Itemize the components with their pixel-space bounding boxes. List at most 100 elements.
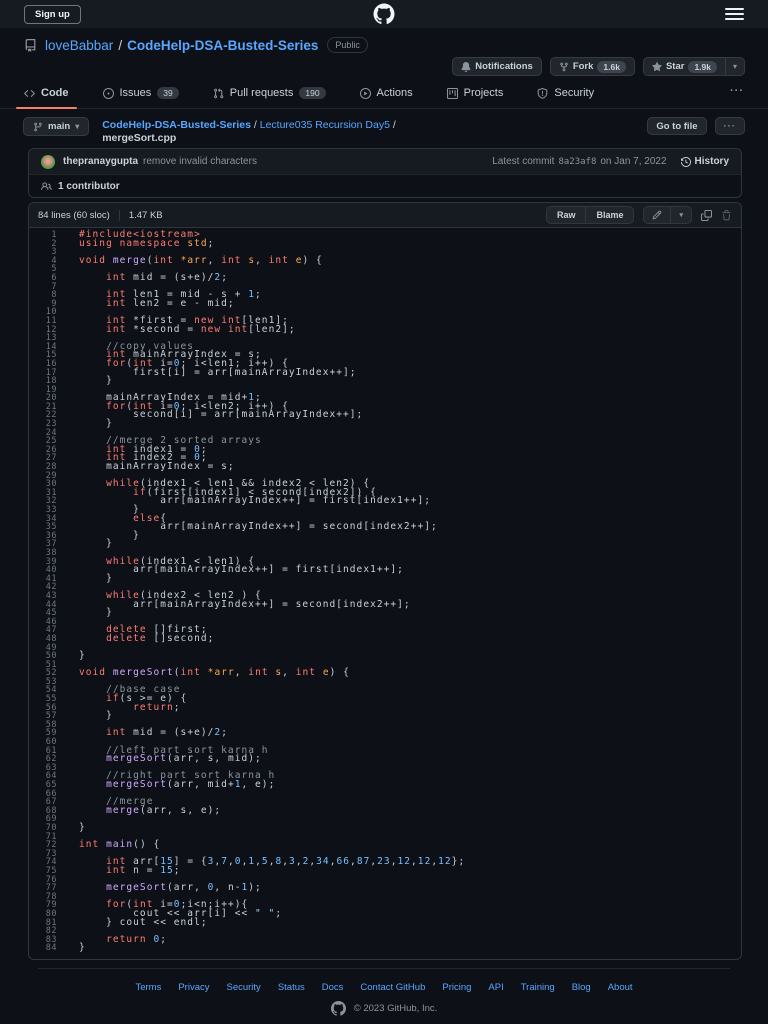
code-line: 12 int *second = new int[len2]; xyxy=(29,324,741,335)
breadcrumb-dir-link[interactable]: Lecture035 Recursion Day5 xyxy=(260,119,390,131)
meta-divider xyxy=(118,209,120,221)
blame-button[interactable]: Blame xyxy=(585,207,633,223)
tab-pull-requests[interactable]: Pull requests 190 xyxy=(205,81,334,108)
edit-pencil-button[interactable] xyxy=(644,207,670,223)
raw-button[interactable]: Raw xyxy=(547,207,586,223)
commit-sha-link[interactable]: 8a23af8 xyxy=(558,157,596,167)
code-line: 62 mergeSort(arr, s, mid); xyxy=(29,754,741,764)
raw-blame-group: Raw Blame xyxy=(545,206,635,224)
code-text: void merge(int *arr, int s, int e) { xyxy=(79,254,323,266)
code-text: first[i] = arr[mainArrayIndex++]; xyxy=(79,366,357,378)
github-footer-logo-icon xyxy=(330,1000,346,1016)
footer-link-status[interactable]: Status xyxy=(278,982,305,993)
tab-label: Actions xyxy=(376,87,413,99)
code-line: 52 void mergeSort(int *arr, int s, int e)… xyxy=(29,667,741,679)
footer-link-about[interactable]: About xyxy=(608,982,633,993)
breadcrumb-separator: / xyxy=(389,119,396,131)
delete-file-button[interactable] xyxy=(721,209,732,221)
repo-title: loveBabbar / CodeHelp-DSA-Busted-Series xyxy=(45,38,318,53)
github-logo-icon[interactable] xyxy=(373,3,395,25)
edit-dropdown-caret[interactable]: ▾ xyxy=(670,207,691,223)
code-line: 44 arr[mainArrayIndex++] = second[index2… xyxy=(29,599,741,610)
visibility-badge: Public xyxy=(327,37,368,53)
code-text: using namespace std; xyxy=(79,237,215,249)
people-icon xyxy=(41,181,52,192)
code-line: 17 first[i] = arr[mainArrayIndex++]; xyxy=(29,366,741,378)
code-text: } xyxy=(79,418,113,430)
code-line: 2 using namespace std; xyxy=(29,237,741,249)
page-footer: Terms Privacy Security Status Docs Conta… xyxy=(38,967,730,1016)
code-text: } xyxy=(79,572,113,584)
commit-message-link[interactable]: remove invalid characters xyxy=(143,156,257,167)
footer-link-api[interactable]: API xyxy=(488,982,503,993)
code-line: 23 } xyxy=(29,418,741,430)
fork-button[interactable]: Fork 1.6k xyxy=(549,57,635,76)
hamburger-menu-icon[interactable] xyxy=(725,6,744,22)
tab-label: Security xyxy=(554,87,595,99)
code-text: int len2 = e - mid; xyxy=(106,297,235,309)
code-text: void mergeSort(int *arr, int s, int e) { xyxy=(79,667,350,679)
code-text: } xyxy=(79,821,86,833)
commit-date: on Jan 7, 2022 xyxy=(600,156,667,167)
bell-icon xyxy=(461,61,471,72)
footer-link-privacy[interactable]: Privacy xyxy=(178,982,209,993)
title-separator: / xyxy=(118,37,123,53)
code-line: 36 } xyxy=(29,531,741,541)
tabs-overflow-button[interactable]: ··· xyxy=(722,81,752,108)
tab-issues[interactable]: Issues 39 xyxy=(95,81,187,108)
code-line: 77 mergeSort(arr, 0, n-1); xyxy=(29,883,741,893)
author-avatar[interactable] xyxy=(41,154,55,169)
notifications-button[interactable]: Notifications xyxy=(452,57,542,76)
tab-projects[interactable]: Projects xyxy=(439,81,512,108)
code-line: 48 delete []second; xyxy=(29,634,741,644)
more-options-button[interactable]: ··· xyxy=(714,117,745,135)
footer-link-contact[interactable]: Contact GitHub xyxy=(360,982,425,993)
star-label: Star xyxy=(665,61,685,72)
breadcrumb-repo-link[interactable]: CodeHelp-DSA-Busted-Series xyxy=(102,119,251,131)
projects-icon xyxy=(446,87,458,99)
footer-link-security[interactable]: Security xyxy=(226,982,260,993)
history-link[interactable]: History xyxy=(680,156,729,167)
code-text: int main() { xyxy=(79,839,161,851)
tab-security[interactable]: Security xyxy=(529,81,602,108)
repo-name-link[interactable]: CodeHelp-DSA-Busted-Series xyxy=(127,38,318,53)
code-text: second[i] = arr[mainArrayIndex++]; xyxy=(79,409,364,421)
code-viewer: 1 #include<iostream> 2 using namespace std;… xyxy=(29,228,741,959)
commit-author-link[interactable]: thepranaygupta xyxy=(63,156,138,167)
tab-code[interactable]: Code xyxy=(16,81,77,109)
star-button-group: Star 1.9k ▾ xyxy=(642,57,745,76)
pull-requests-count-badge: 190 xyxy=(299,87,326,99)
contributors-count: 1 contributor xyxy=(58,180,120,192)
footer-link-pricing[interactable]: Pricing xyxy=(442,982,471,993)
tab-actions[interactable]: Actions xyxy=(352,81,421,108)
footer-link-blog[interactable]: Blog xyxy=(572,982,591,993)
fork-count: 1.6k xyxy=(597,60,626,73)
edit-button-group: ▾ xyxy=(643,206,692,224)
go-to-file-button[interactable]: Go to file xyxy=(647,117,707,135)
footer-link-docs[interactable]: Docs xyxy=(322,982,344,993)
top-navigation-bar: Sign up xyxy=(0,0,768,28)
sign-up-button[interactable]: Sign up xyxy=(24,4,81,24)
code-line: 22 second[i] = arr[mainArrayIndex++]; xyxy=(29,409,741,421)
footer-link-terms[interactable]: Terms xyxy=(135,982,161,993)
star-dropdown-caret[interactable]: ▾ xyxy=(725,57,745,76)
code-line: 57 } xyxy=(29,711,741,721)
star-button[interactable]: Star 1.9k xyxy=(642,57,726,76)
code-text: } xyxy=(79,650,86,662)
repo-owner-link[interactable]: loveBabbar xyxy=(45,38,113,53)
branch-selector-button[interactable]: main ▾ xyxy=(23,117,90,136)
repo-header: loveBabbar / CodeHelp-DSA-Busted-Series Pu… xyxy=(0,37,768,53)
code-text: } xyxy=(79,375,113,387)
code-line: 18 } xyxy=(29,375,741,387)
copy-file-button[interactable] xyxy=(701,209,712,221)
contributors-row[interactable]: 1 contributor xyxy=(29,175,741,197)
star-count: 1.9k xyxy=(688,60,717,73)
file-size: 1.47 KB xyxy=(128,209,163,221)
code-text: } xyxy=(79,942,86,954)
footer-link-training[interactable]: Training xyxy=(521,982,555,993)
code-line: 72 int main() { xyxy=(29,839,741,851)
code-line: 41 } xyxy=(29,572,741,584)
line-number[interactable]: 84 xyxy=(29,944,57,953)
code-icon xyxy=(24,88,35,99)
pull-request-icon xyxy=(213,87,224,99)
